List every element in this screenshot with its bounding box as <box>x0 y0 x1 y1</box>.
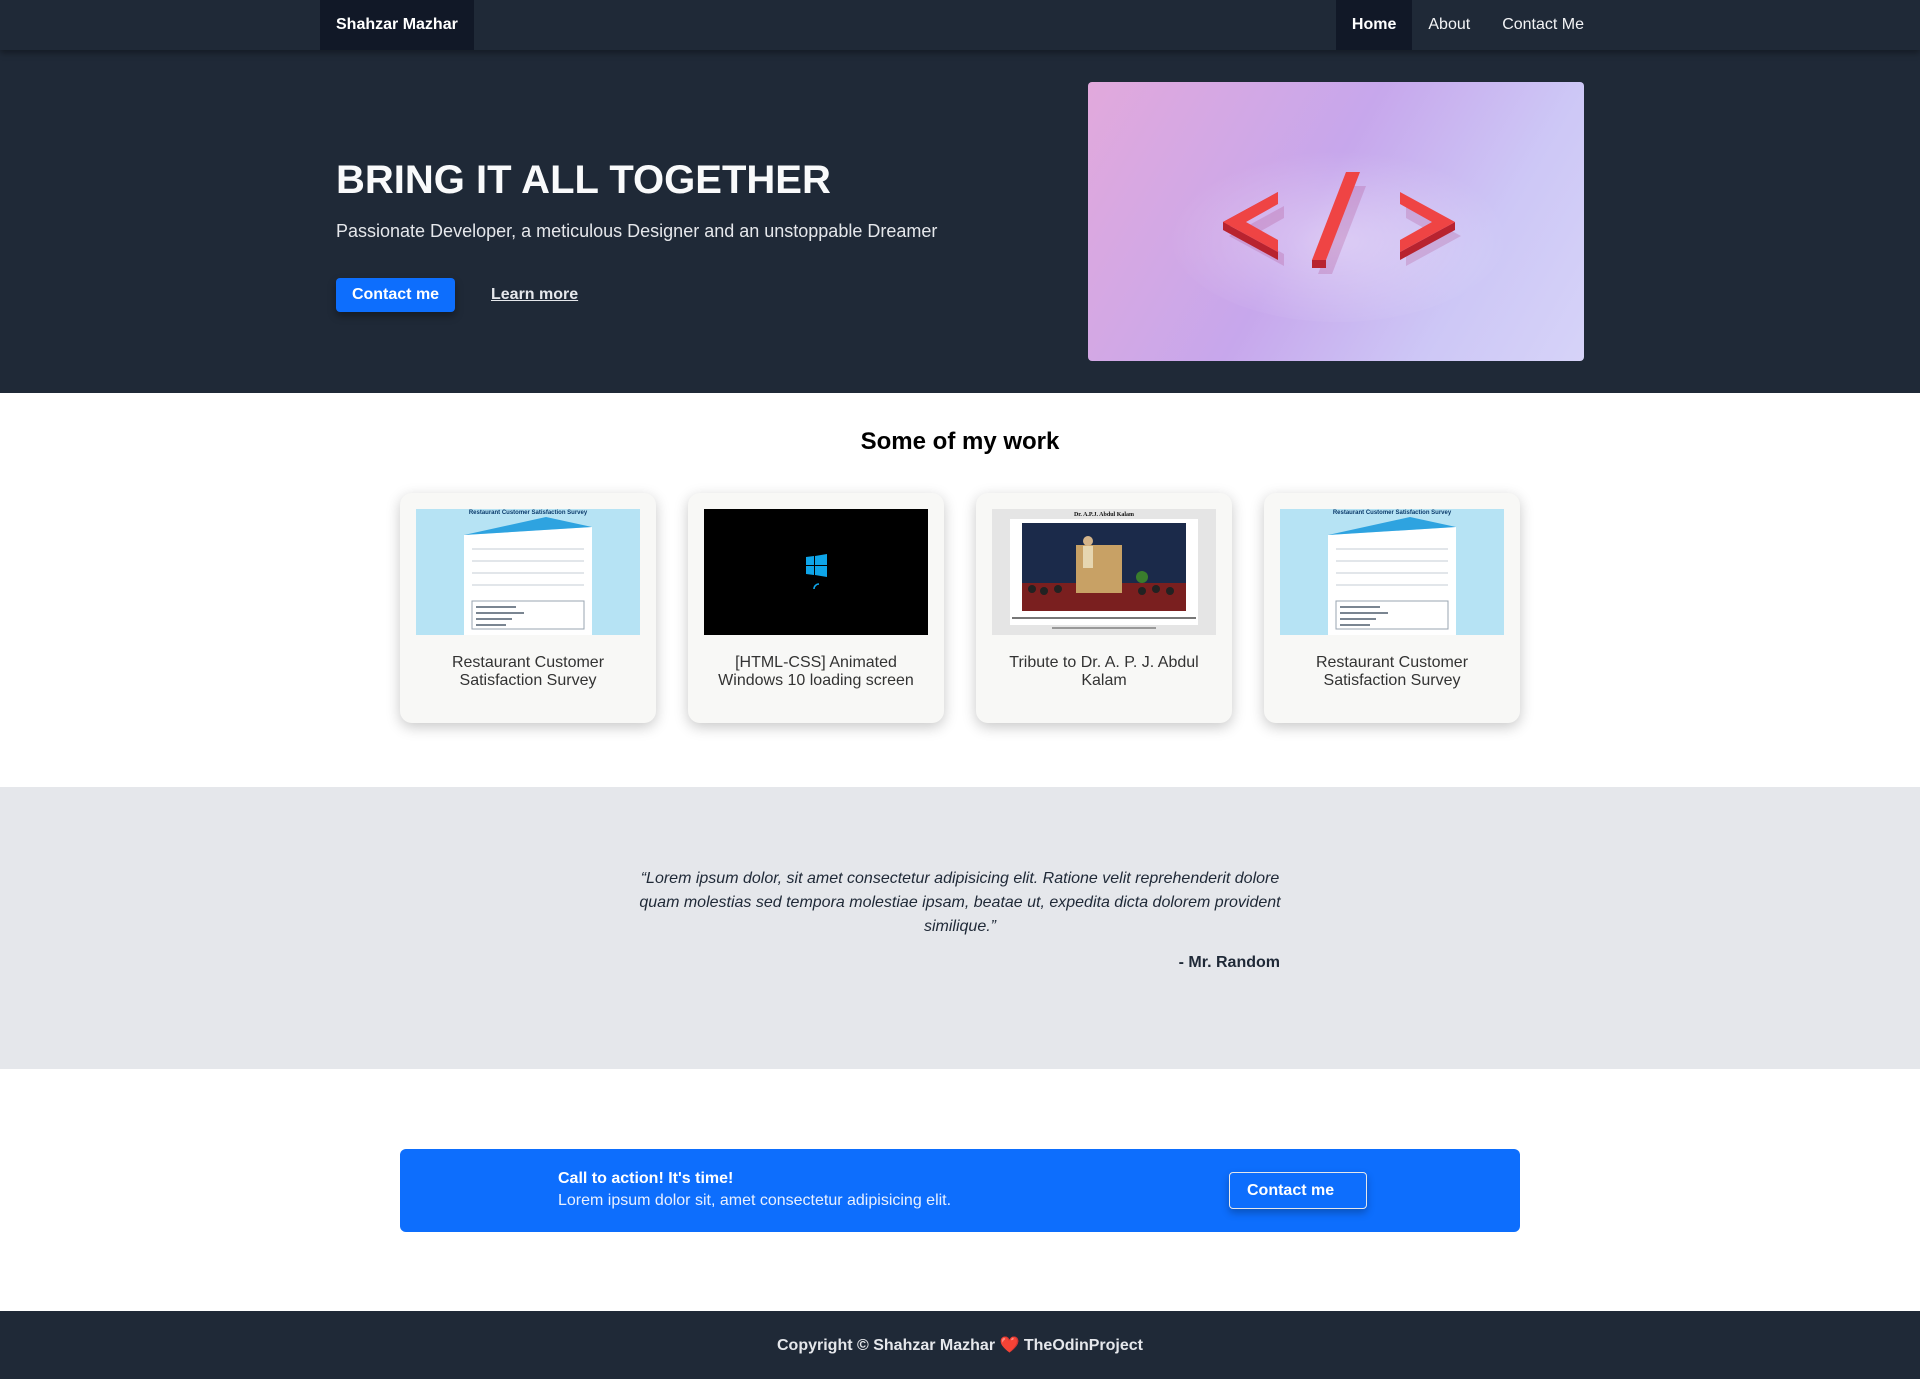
footer-odin-link[interactable]: TheOdinProject <box>1024 1337 1143 1354</box>
cta-title: Call to action! It's time! <box>558 1170 734 1187</box>
quote-section: “Lorem ipsum dolor, sit amet consectetur… <box>0 787 1920 1069</box>
kalam-tribute-thumbnail: Dr. A.P.J. Abdul Kalam <box>992 509 1216 635</box>
cta-text: Lorem ipsum dolor sit, amet consectetur … <box>558 1192 952 1209</box>
footer-copyright-prefix: Copyright © Shahzar Mazhar <box>777 1337 996 1354</box>
hero-subtitle: Passionate Developer, a meticulous Desig… <box>336 221 938 241</box>
hero-image <box>1088 82 1584 361</box>
work-card-survey-2[interactable]: Restaurant Customer Satisfaction Survey … <box>1264 493 1520 723</box>
hero-title: BRING IT ALL TOGETHER <box>336 158 831 202</box>
work-cards: Restaurant Customer Satisfaction Survey … <box>400 493 1520 723</box>
code-tag-icon <box>1168 142 1508 322</box>
quote-author: - Mr. Random <box>1178 954 1280 971</box>
thumb-title: Dr. A.P.J. Abdul Kalam <box>1074 512 1134 518</box>
work-card-label: [HTML-CSS] Animated Windows 10 loading s… <box>718 654 914 689</box>
hero-contact-button[interactable]: Contact me <box>336 278 455 312</box>
survey-thumbnail: Restaurant Customer Satisfaction Survey <box>416 509 640 635</box>
work-card-windows-loading[interactable]: [HTML-CSS] Animated Windows 10 loading s… <box>688 493 944 723</box>
nav-link-home[interactable]: Home <box>1335 0 1413 50</box>
footer: Copyright © Shahzar Mazhar ❤️ TheOdinPro… <box>0 1311 1920 1379</box>
footer-copyright: Copyright © Shahzar Mazhar ❤️ TheOdinPro… <box>0 1335 1920 1355</box>
survey-thumbnail: Restaurant Customer Satisfaction Survey <box>1280 509 1504 635</box>
thumb-title: Restaurant Customer Satisfaction Survey <box>1333 510 1452 516</box>
quote-text: “Lorem ipsum dolor, sit amet consectetur… <box>639 870 1281 935</box>
heart-icon: ❤️ <box>999 1337 1020 1354</box>
brand-logo[interactable]: Shahzar Mazhar <box>320 0 474 50</box>
cta-contact-button[interactable]: Contact me <box>1229 1172 1367 1209</box>
nav-links: Home About Contact Me <box>1335 0 1600 50</box>
work-card-label: Tribute to Dr. A. P. J. Abdul Kalam <box>1009 654 1199 689</box>
nav-link-contact[interactable]: Contact Me <box>1486 0 1600 50</box>
learn-more-link[interactable]: Learn more <box>491 286 578 304</box>
work-card-label: Restaurant Customer Satisfaction Survey <box>451 654 605 689</box>
work-section-title: Some of my work <box>860 428 1060 455</box>
top-navbar: Shahzar Mazhar Home About Contact Me <box>0 0 1920 50</box>
call-to-action-banner: Call to action! It's time! Lorem ipsum d… <box>400 1149 1520 1232</box>
nav-link-about[interactable]: About <box>1412 0 1486 50</box>
work-card-label: Restaurant Customer Satisfaction Survey <box>1315 654 1469 689</box>
windows-loading-thumbnail <box>704 509 928 635</box>
hero-section: BRING IT ALL TOGETHER Passionate Develop… <box>0 50 1920 393</box>
thumb-title: Restaurant Customer Satisfaction Survey <box>469 510 588 516</box>
work-card-kalam-tribute[interactable]: Dr. A.P.J. Abdul Kalam Tribute to Dr. A.… <box>976 493 1232 723</box>
work-card-survey-1[interactable]: Restaurant Customer Satisfaction Survey … <box>400 493 656 723</box>
